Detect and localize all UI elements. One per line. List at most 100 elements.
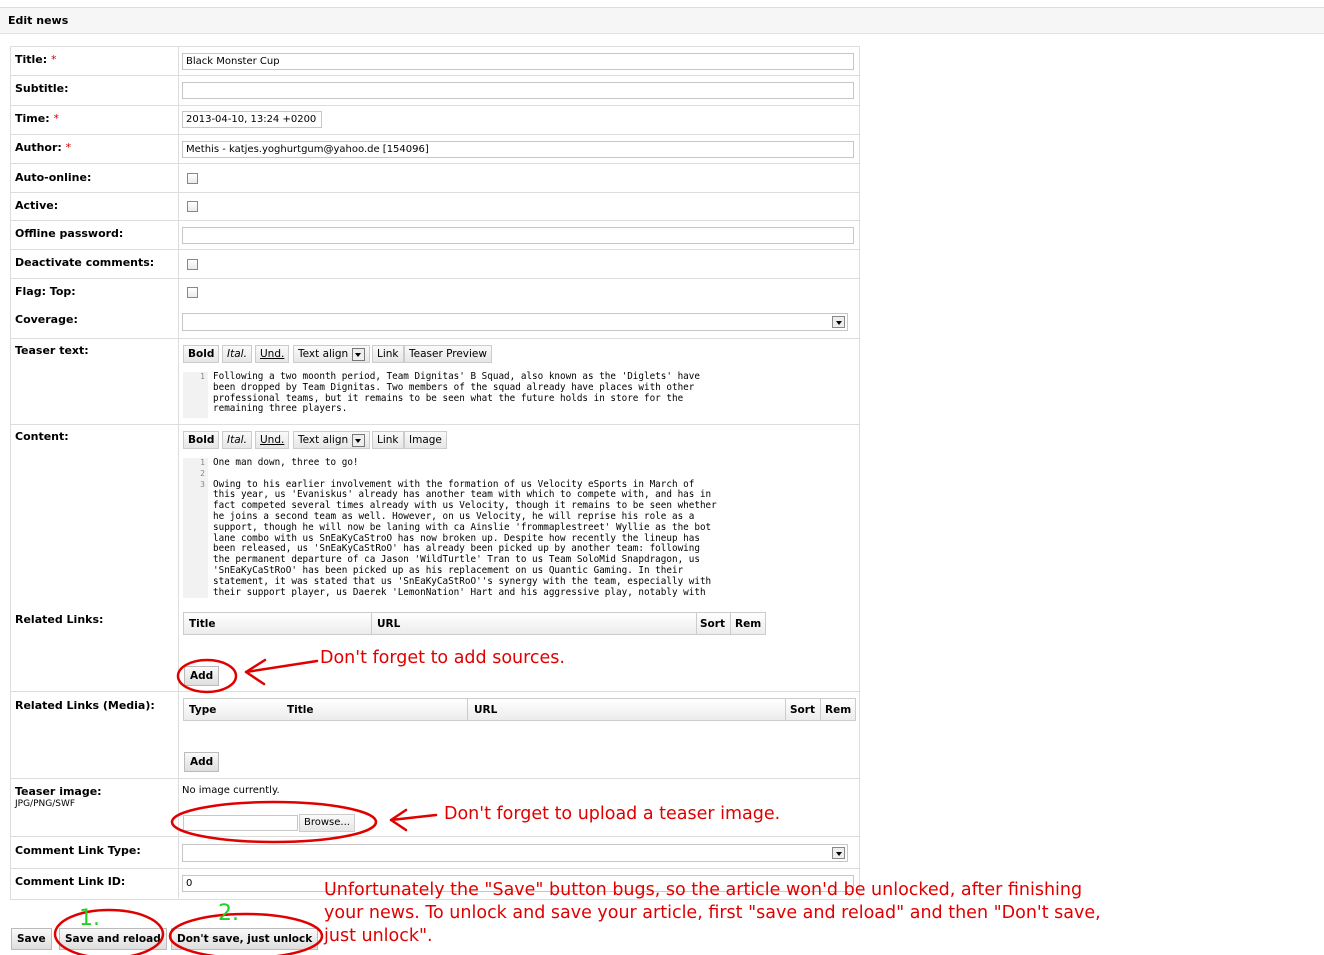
column-header-type: Type: [189, 704, 217, 716]
text-align-label: Text align: [298, 348, 349, 360]
sources-reminder-note: Don't forget to add sources.: [320, 648, 565, 668]
browse-button[interactable]: Browse...: [299, 814, 355, 832]
column-divider: [178, 46, 179, 898]
content-text-align-dropdown[interactable]: Text align: [293, 431, 371, 449]
column-header-title: Title: [189, 618, 216, 630]
column-divider: [785, 699, 786, 720]
coverage-select[interactable]: [182, 313, 848, 331]
required-marker: *: [51, 53, 57, 66]
time-label: Time: *: [15, 112, 59, 125]
row-divider: [10, 192, 860, 193]
deactivate-comments-checkbox[interactable]: [187, 259, 198, 270]
chevron-down-icon: [352, 347, 366, 361]
row-divider: [10, 691, 860, 692]
add-link-button[interactable]: Add: [184, 666, 220, 686]
content-editor-text: One man down, three to go! Owing to his …: [213, 457, 717, 598]
required-marker: *: [65, 141, 72, 154]
active-label: Active:: [15, 199, 59, 212]
author-label-text: Author:: [15, 141, 62, 154]
column-divider: [371, 613, 372, 634]
comment-link-type-select[interactable]: [182, 844, 848, 862]
column-header-url: URL: [474, 704, 498, 716]
chevron-down-icon[interactable]: [832, 847, 845, 859]
teaser-bold-button[interactable]: Bold: [183, 345, 220, 363]
title-label-text: Title:: [15, 53, 48, 66]
column-header-title: Title: [287, 704, 314, 716]
coverage-label: Coverage:: [15, 313, 78, 326]
chevron-down-icon: [352, 433, 366, 447]
column-header-sort: Sort: [700, 618, 725, 630]
dont-save-unlock-button[interactable]: Don't save, just unlock: [171, 928, 319, 950]
add-media-link-button[interactable]: Add: [184, 752, 220, 772]
image-reminder-note: Don't forget to upload a teaser image.: [444, 804, 781, 824]
column-divider: [467, 699, 468, 720]
author-label: Author: *: [15, 141, 71, 154]
column-header-url: URL: [377, 618, 401, 630]
column-divider: [696, 613, 697, 634]
content-image-button[interactable]: Image: [404, 431, 447, 449]
teaser-text-align-dropdown[interactable]: Text align: [293, 345, 371, 363]
content-italic-button[interactable]: Ital.: [222, 431, 252, 449]
teaser-text-editor[interactable]: 1 Following a two moonth period, Team Di…: [183, 371, 855, 418]
media-links-table-header: Type Title URL Sort Rem: [183, 698, 856, 721]
row-divider: [10, 220, 860, 221]
active-checkbox[interactable]: [187, 201, 198, 212]
subtitle-label: Subtitle:: [15, 82, 69, 95]
teaser-link-button[interactable]: Link: [372, 345, 404, 363]
content-bold-button[interactable]: Bold: [183, 431, 220, 449]
row-divider: [10, 163, 860, 164]
no-image-text: No image currently.: [182, 785, 280, 796]
row-divider: [10, 868, 860, 869]
flag-top-checkbox[interactable]: [187, 287, 198, 298]
auto-online-label: Auto-online:: [15, 171, 92, 184]
comment-link-type-label: Comment Link Type:: [15, 844, 141, 857]
save-button[interactable]: Save: [11, 928, 52, 950]
row-divider: [10, 105, 860, 106]
row-divider: [10, 278, 860, 279]
content-label: Content:: [15, 430, 69, 443]
subtitle-input[interactable]: [182, 82, 854, 99]
teaser-editor-text: Following a two moonth period, Team Dign…: [213, 371, 700, 415]
teaser-underline-button[interactable]: Und.: [255, 345, 290, 363]
offline-password-input[interactable]: [182, 227, 854, 244]
teaser-italic-button[interactable]: Ital.: [222, 345, 252, 363]
teaser-image-formats: JPG/PNG/SWF: [15, 799, 76, 809]
teaser-image-label: Teaser image:: [15, 785, 102, 798]
row-divider: [10, 75, 860, 76]
required-marker: *: [53, 112, 59, 125]
column-header-rem: Rem: [735, 618, 762, 630]
file-path-input[interactable]: [183, 815, 298, 831]
content-editor[interactable]: 1 2 3 One man down, three to go! Owing t…: [183, 457, 855, 598]
offline-password-label: Offline password:: [15, 227, 124, 240]
deactivate-comments-label: Deactivate comments:: [15, 256, 155, 269]
line-numbers: 1: [183, 372, 208, 418]
row-divider: [10, 836, 860, 837]
related-links-label: Related Links:: [15, 613, 104, 626]
title-input[interactable]: Black Monster Cup: [182, 53, 854, 70]
chevron-down-icon[interactable]: [832, 316, 845, 328]
row-divider: [10, 424, 860, 425]
column-header-sort: Sort: [790, 704, 815, 716]
author-input[interactable]: Methis - katjes.yoghurtgum@yahoo.de [154…: [182, 141, 854, 158]
save-and-reload-button[interactable]: Save and reload: [59, 928, 167, 950]
step-two-marker: 2.: [218, 901, 239, 926]
teaser-text-label: Teaser text:: [15, 344, 89, 357]
text-align-label: Text align: [298, 434, 349, 446]
unlock-instructions-note: Unfortunately the "Save" button bugs, so…: [324, 880, 1101, 946]
step-one-marker: 1.: [79, 906, 100, 931]
title-label: Title: *: [15, 53, 57, 66]
time-input[interactable]: 2013-04-10, 13:24 +0200: [182, 111, 322, 128]
row-divider: [10, 249, 860, 250]
page-header: Edit news: [0, 7, 1324, 34]
content-underline-button[interactable]: Und.: [255, 431, 290, 449]
teaser-preview-button[interactable]: Teaser Preview: [404, 345, 492, 363]
page-title: Edit news: [8, 14, 69, 27]
time-label-text: Time:: [15, 112, 50, 125]
auto-online-checkbox[interactable]: [187, 173, 198, 184]
comment-link-id-label: Comment Link ID:: [15, 875, 126, 888]
flag-top-label: Flag: Top:: [15, 285, 76, 298]
related-links-table-header: Title URL Sort Rem: [183, 612, 766, 635]
content-link-button[interactable]: Link: [372, 431, 404, 449]
line-numbers: 1 2 3: [183, 458, 208, 598]
column-header-rem: Rem: [825, 704, 852, 716]
